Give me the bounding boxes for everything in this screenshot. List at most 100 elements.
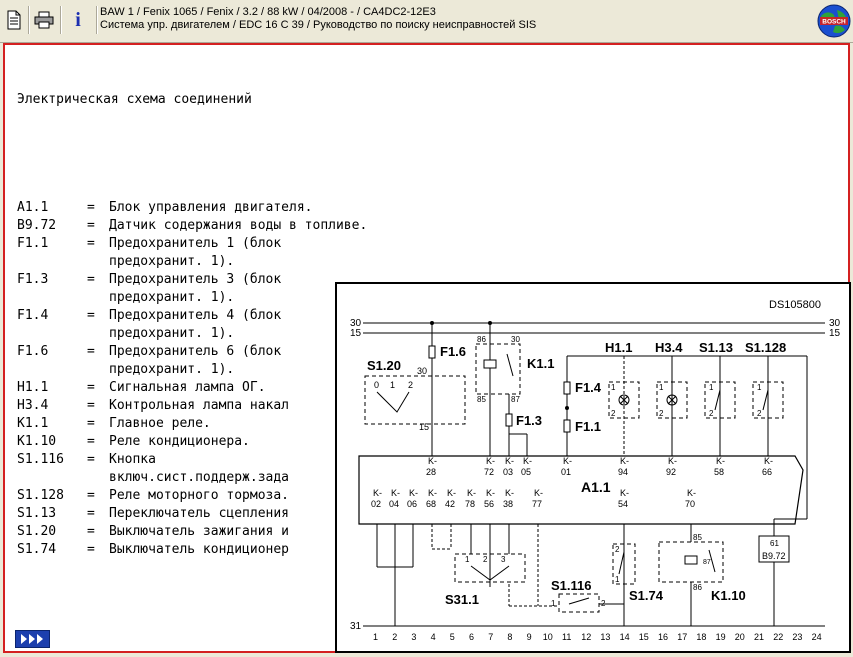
legend-desc: Сигнальная лампа ОГ. <box>109 380 266 395</box>
label-K1.10: K1.10 <box>711 588 746 603</box>
ground-number: 12 <box>581 632 591 642</box>
ground-number: 1 <box>373 632 378 642</box>
top-pin-label-prefix: K- <box>764 456 773 466</box>
ground-number: 7 <box>488 632 493 642</box>
s1128-pin-2: 2 <box>757 409 762 418</box>
s113-pin-1: 1 <box>709 383 714 392</box>
ground-number: 24 <box>812 632 822 642</box>
top-pin-label-prefix: K- <box>716 456 725 466</box>
legend-item: K1.1 = Главное реле. <box>17 415 367 433</box>
legend-desc: Датчик содержания воды в топливе. <box>109 218 368 233</box>
top-pin-label-prefix: K- <box>620 456 629 466</box>
legend-desc: Реле кондиционера. <box>109 434 250 449</box>
legend-eq: = <box>87 398 95 413</box>
legend-item: S1.20 = Выключатель зажигания и <box>17 523 367 541</box>
bottom-pin-label: 06 <box>407 499 417 509</box>
bosch-globe-icon: BOSCH <box>817 4 851 38</box>
s120-pin-30: 30 <box>417 366 427 376</box>
legend-item: F1.1 = Предохранитель 1 (блок <box>17 235 367 253</box>
wiring-diagram: 30 15 30 15 31 DS105800 A1.1 F1.6 S1.20 … <box>335 282 851 653</box>
ground-number: 2 <box>392 632 397 642</box>
bottom-pin-label-prefix: K- <box>373 488 382 498</box>
legend-eq: = <box>87 488 95 503</box>
s174-pin-2: 2 <box>615 545 620 554</box>
rail-31-left: 31 <box>350 621 362 632</box>
s120-pin-2: 2 <box>408 380 413 390</box>
fast-forward-icon[interactable] <box>15 630 50 648</box>
bottom-pin-label: 70 <box>685 499 695 509</box>
bottom-pin-label-prefix: K- <box>620 488 629 498</box>
rail-15-right: 15 <box>829 328 841 339</box>
ground-number: 3 <box>411 632 416 642</box>
legend-code: S1.13 <box>17 506 57 521</box>
legend-code: B9.72 <box>17 218 57 233</box>
label-S1.74: S1.74 <box>629 588 664 603</box>
legend-item: A1.1 = Блок управления двигателя. <box>17 199 367 217</box>
k11-pin-30: 30 <box>511 335 520 344</box>
legend-code: S1.20 <box>17 524 57 539</box>
k11-pin-87: 87 <box>511 395 520 404</box>
bottom-pin-label: 68 <box>426 499 436 509</box>
ground-number: 9 <box>527 632 532 642</box>
legend-eq: = <box>87 524 95 539</box>
bottom-pin-label-prefix: K- <box>505 488 514 498</box>
ground-number: 23 <box>792 632 802 642</box>
bottom-pin-label: 04 <box>389 499 399 509</box>
legend-item: B9.72 = Датчик содержания воды в топливе. <box>17 217 367 235</box>
ground-number: 21 <box>754 632 764 642</box>
label-B9.72: B9.72 <box>762 551 786 561</box>
legend-code: F1.4 <box>17 308 49 323</box>
legend-eq: = <box>87 452 95 467</box>
k11-pin-85: 85 <box>477 395 486 404</box>
legend-item: K1.10 = Реле кондиционера. <box>17 433 367 451</box>
legend-desc-cont: предохранит. 1). <box>109 326 235 341</box>
legend-item: S1.13 = Переключатель сцепления <box>17 505 367 523</box>
ground-number: 20 <box>735 632 745 642</box>
logo-text: BOSCH <box>822 19 846 26</box>
ground-number: 19 <box>716 632 726 642</box>
bottom-pin-label: 02 <box>371 499 381 509</box>
legend-item: F1.3 = Предохранитель 3 (блок <box>17 271 367 289</box>
label-F1.4: F1.4 <box>575 380 602 395</box>
top-pin-label-prefix: K- <box>523 456 532 466</box>
label-H1.1: H1.1 <box>605 340 632 355</box>
top-pin-label: 01 <box>561 467 571 477</box>
k110-pin-85: 85 <box>693 533 702 542</box>
h11-pin-1: 1 <box>611 383 616 392</box>
legend-item: F1.4 = Предохранитель 4 (блок <box>17 307 367 325</box>
legend-code: H3.4 <box>17 398 49 413</box>
label-A1.1: A1.1 <box>581 479 611 495</box>
bottom-pin-label: 54 <box>618 499 628 509</box>
legend-code: S1.128 <box>17 488 64 503</box>
legend-eq: = <box>87 434 95 449</box>
rail-15-left: 15 <box>350 328 362 339</box>
ground-number: 13 <box>600 632 610 642</box>
legend-desc-cont: предохранит. 1). <box>109 290 235 305</box>
top-pin-label-prefix: K- <box>428 456 437 466</box>
legend-desc: Выключатель зажигания и <box>109 524 290 539</box>
ground-number: 10 <box>543 632 553 642</box>
ground-number: 11 <box>562 632 571 642</box>
k11-pin-86: 86 <box>477 335 486 344</box>
document-icon[interactable] <box>2 8 26 32</box>
legend-code: A1.1 <box>17 200 49 215</box>
label-F1.3: F1.3 <box>516 413 542 428</box>
legend-desc: Блок управления двигателя. <box>109 200 313 215</box>
legend-desc: Контрольная лампа накал <box>109 398 290 413</box>
bottom-pin-label-prefix: K- <box>409 488 418 498</box>
wiring-diagram-svg: 30 15 30 15 31 DS105800 A1.1 F1.6 S1.20 … <box>350 299 841 642</box>
legend-code: H1.1 <box>17 380 49 395</box>
legend-code: K1.10 <box>17 434 57 449</box>
ground-number: 14 <box>620 632 630 642</box>
info-icon[interactable]: i <box>66 8 90 32</box>
legend-eq: = <box>87 506 95 521</box>
s311-pin-1: 1 <box>465 555 470 564</box>
top-pin-label: 05 <box>521 467 531 477</box>
bottom-pin-label-prefix: K- <box>428 488 437 498</box>
h34-pin-1: 1 <box>659 383 664 392</box>
top-pin-label: 92 <box>666 467 676 477</box>
print-icon[interactable] <box>32 8 56 32</box>
label-S1.20: S1.20 <box>367 358 401 373</box>
label-S1.13: S1.13 <box>699 340 733 355</box>
legend-code: F1.1 <box>17 236 49 251</box>
